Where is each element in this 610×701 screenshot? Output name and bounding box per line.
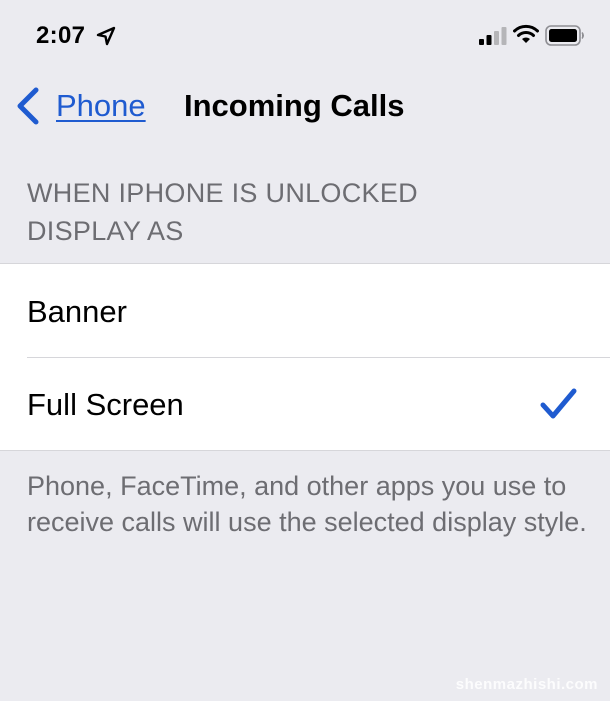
wifi-icon xyxy=(513,24,539,43)
section-header-line-1: WHEN IPHONE IS UNLOCKED xyxy=(27,178,418,208)
option-banner[interactable]: Banner xyxy=(0,264,610,358)
checkmark-icon xyxy=(540,388,577,419)
status-bar: 2:07 xyxy=(0,0,610,70)
page-title: Incoming Calls xyxy=(184,88,405,123)
section-header: WHEN IPHONE IS UNLOCKED DISPLAY AS xyxy=(27,174,418,250)
section-header-line-2: DISPLAY AS xyxy=(27,216,184,246)
option-full-screen[interactable]: Full Screen xyxy=(0,357,610,451)
back-button[interactable]: Phone xyxy=(12,84,146,128)
status-time: 2:07 xyxy=(36,22,86,49)
cellular-signal-icon xyxy=(479,27,507,45)
chevron-left-icon xyxy=(17,87,39,125)
battery-icon xyxy=(545,25,584,46)
option-label-banner: Banner xyxy=(27,294,127,329)
navigation-bar: Phone Incoming Calls xyxy=(0,74,610,138)
option-label-full-screen: Full Screen xyxy=(27,387,184,422)
back-button-label[interactable]: Phone xyxy=(56,88,146,124)
section-footer: Phone, FaceTime, and other apps you use … xyxy=(27,471,587,537)
display-style-options: Banner Full Screen xyxy=(0,263,610,451)
watermark: shenmazhishi.com xyxy=(455,676,598,693)
location-arrow-icon xyxy=(96,26,116,46)
